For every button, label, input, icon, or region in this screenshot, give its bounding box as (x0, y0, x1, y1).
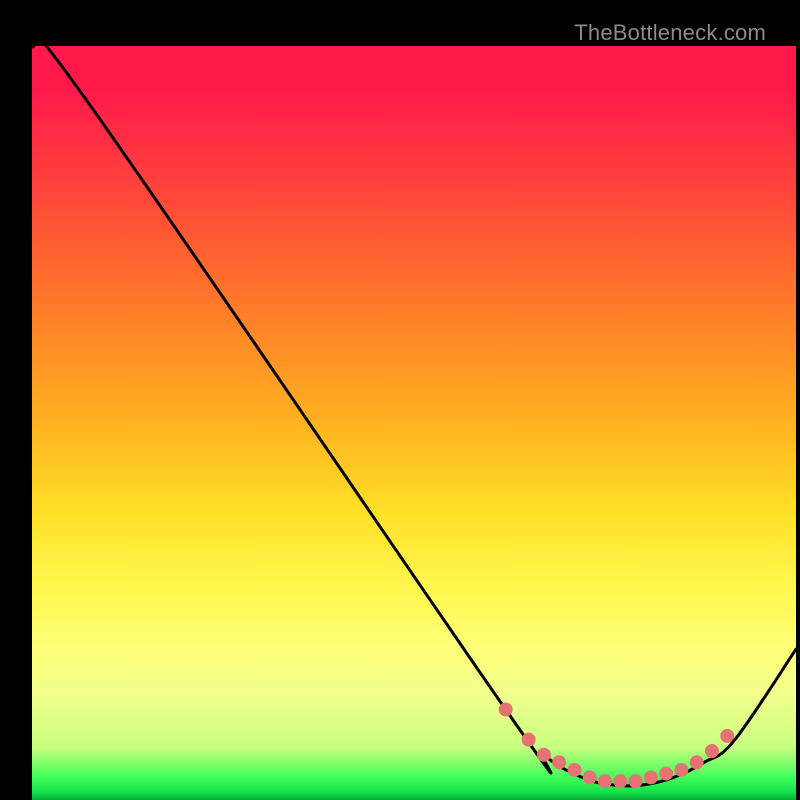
chart-svg (32, 46, 796, 800)
watermark-text: TheBottleneck.com (574, 20, 766, 46)
marker-dots (499, 703, 735, 789)
curve-line (32, 46, 796, 786)
plot-area (32, 46, 796, 800)
chart-frame: TheBottleneck.com (14, 14, 786, 786)
